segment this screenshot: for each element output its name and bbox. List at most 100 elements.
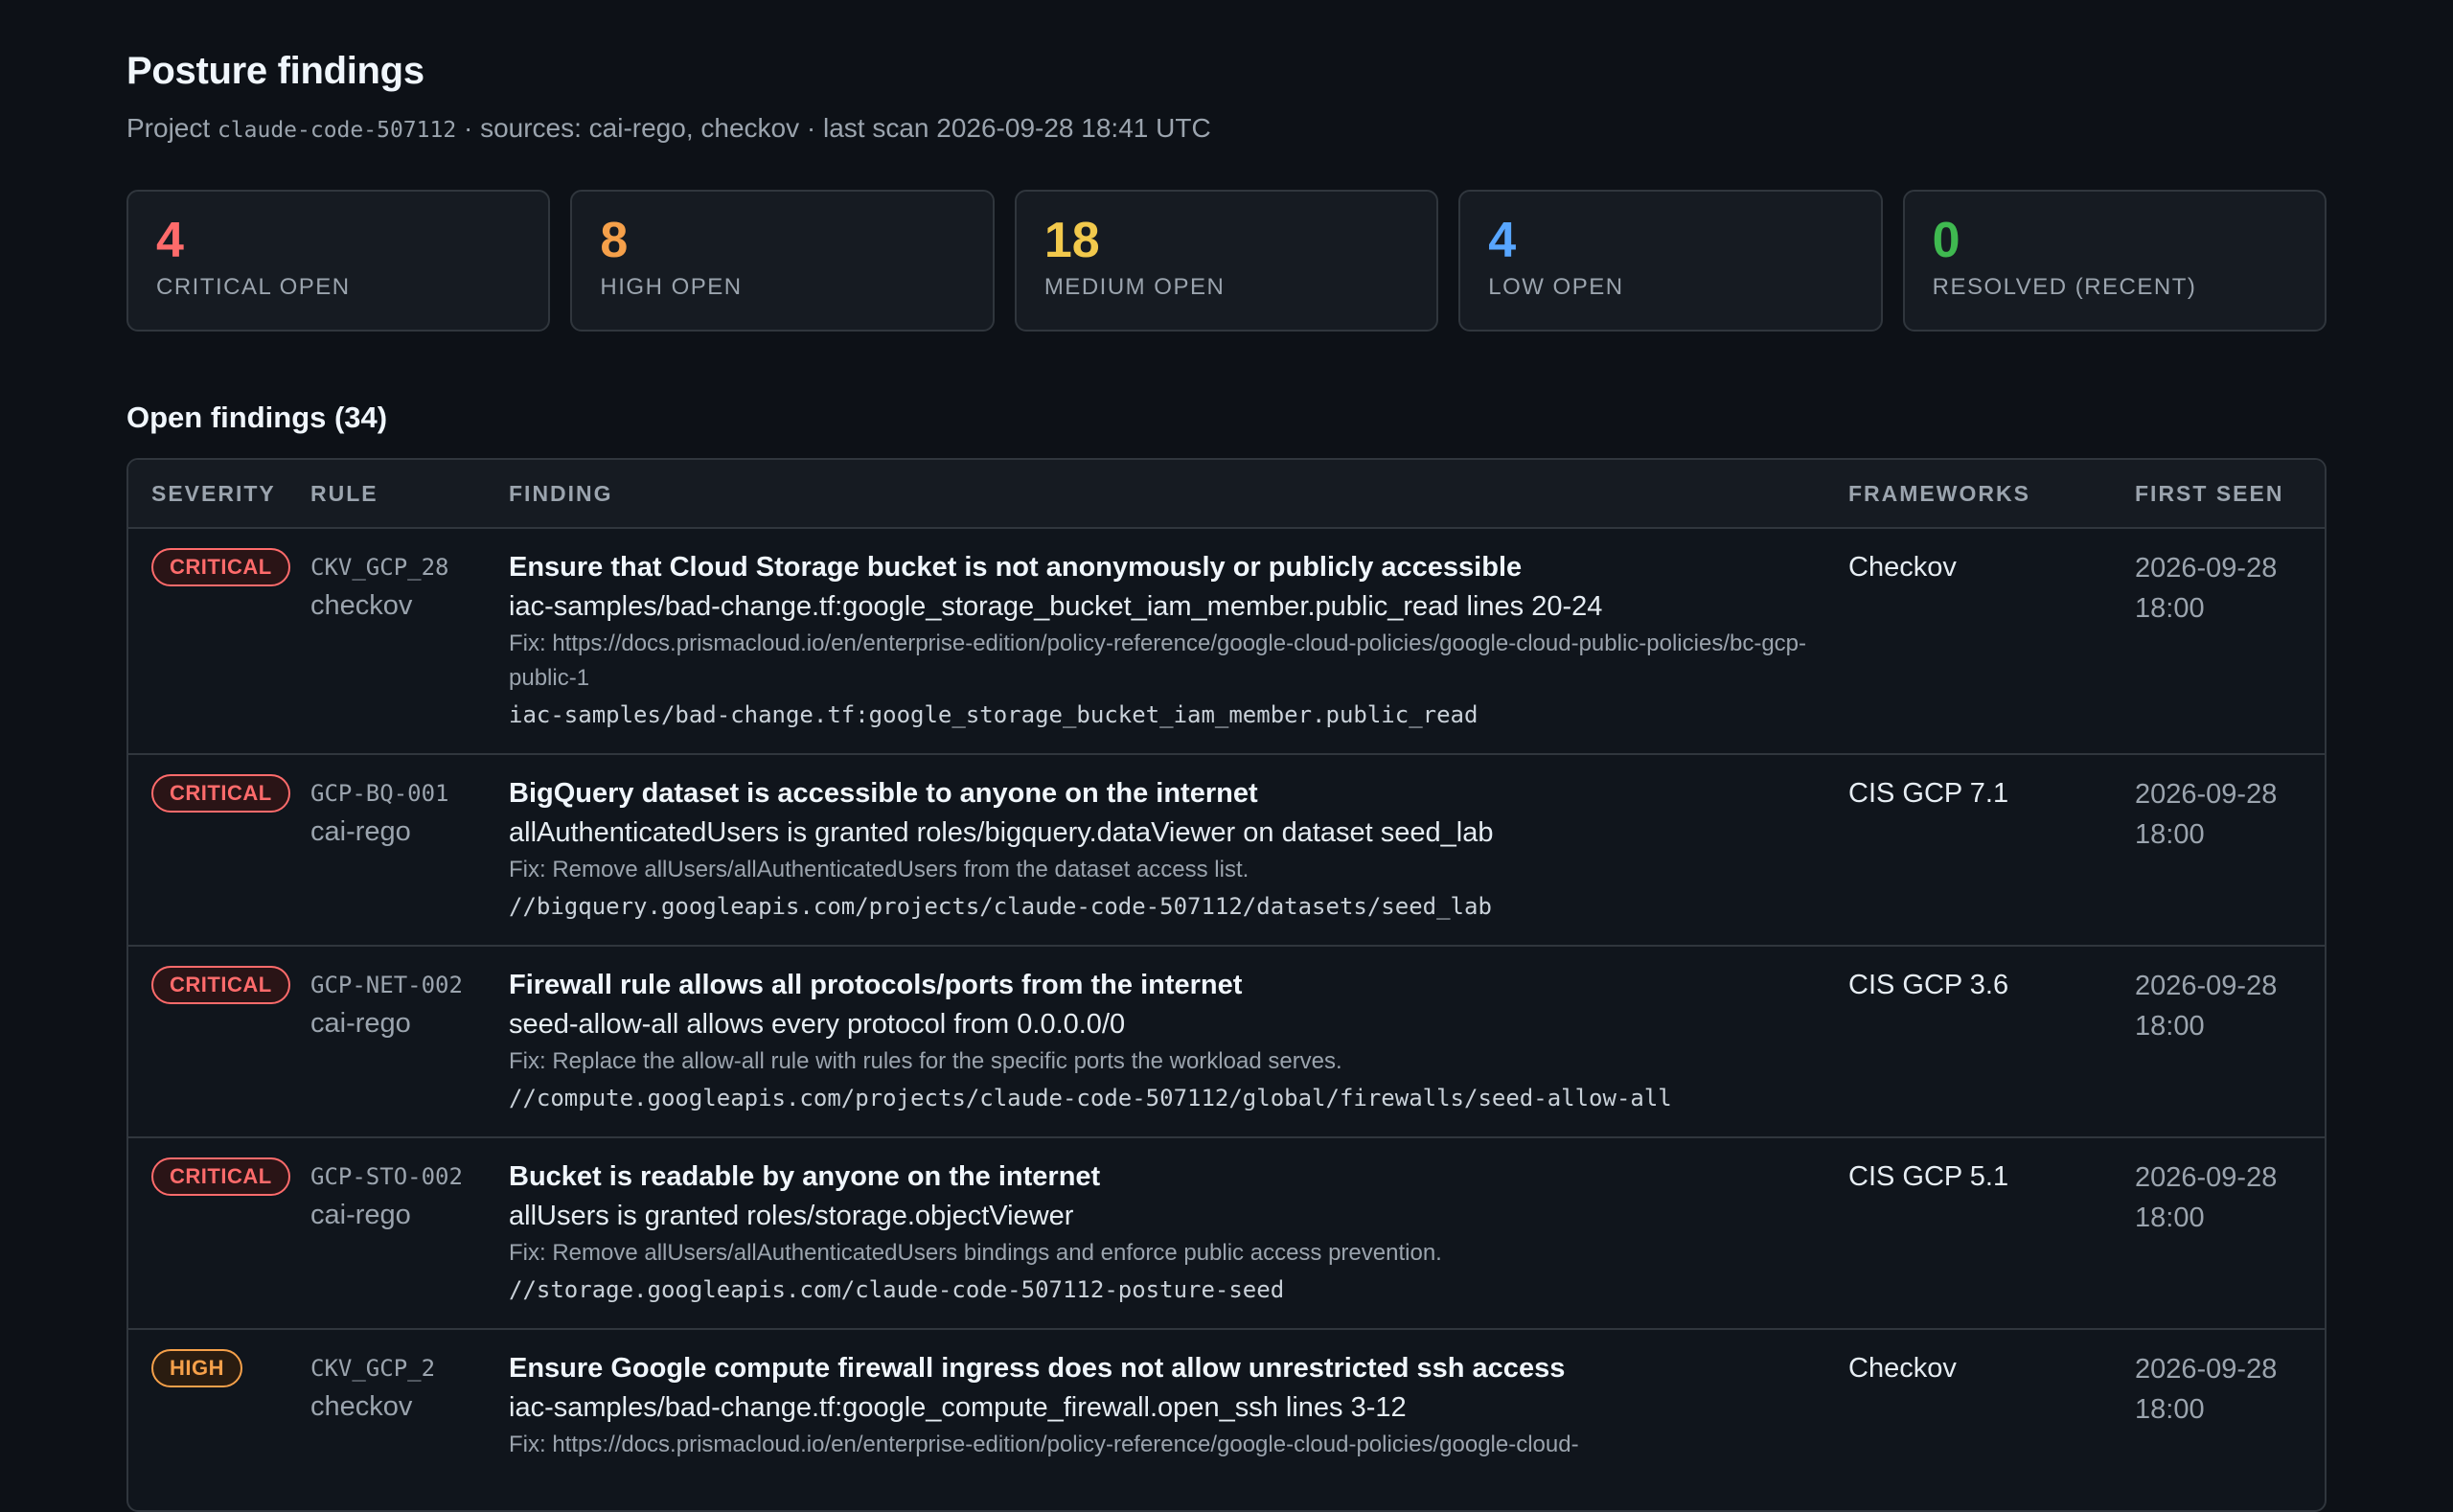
first-seen-timestamp: 2026-09-28 18:00: [2135, 1162, 2278, 1233]
table-row[interactable]: CRITICAL GCP-BQ-001 cai-rego BigQuery da…: [128, 755, 2325, 947]
page-subtitle: Project claude-code-507112 · sources: ca…: [126, 113, 1211, 144]
finding-title: Ensure that Cloud Storage bucket is not …: [509, 552, 1523, 583]
low-open-label: Low open: [1488, 274, 1624, 300]
resolved-recent-label: Resolved (recent): [1932, 274, 2197, 300]
summary-card-medium: 18 Medium open: [1014, 190, 1439, 332]
first-seen-cell: 2026-09-28 18:00: [2135, 529, 2298, 753]
column-header-rule[interactable]: Rule: [310, 481, 509, 507]
subtitle-sources: · sources: cai-rego, checkov · last scan…: [463, 113, 1211, 143]
finding-description: seed-allow-all allows every protocol fro…: [509, 1009, 1126, 1040]
finding-resource: //compute.googleapis.com/projects/claude…: [509, 1085, 1672, 1111]
project-id: claude-code-507112: [217, 118, 457, 143]
rule-cell: CKV_GCP_28 checkov: [310, 529, 509, 753]
finding-cell: BigQuery dataset is accessible to anyone…: [509, 755, 1848, 945]
rule-id: GCP-STO-002: [310, 1163, 463, 1190]
finding-title: Ensure Google compute firewall ingress d…: [509, 1353, 1566, 1384]
table-row[interactable]: CRITICAL GCP-STO-002 cai-rego Bucket is …: [128, 1138, 2325, 1330]
resolved-recent-count: 0: [1932, 213, 1960, 268]
column-header-severity[interactable]: Severity: [128, 481, 310, 507]
first-seen-timestamp: 2026-09-28 18:00: [2135, 1354, 2278, 1425]
finding-cell: Ensure Google compute firewall ingress d…: [509, 1330, 1848, 1510]
severity-cell: CRITICAL: [128, 529, 310, 753]
severity-badge: CRITICAL: [151, 548, 290, 586]
frameworks-cell: Checkov: [1848, 529, 2135, 753]
finding-fix: Fix: https://docs.prismacloud.io/en/ente…: [509, 630, 1807, 691]
severity-badge: CRITICAL: [151, 1157, 290, 1196]
framework-label: Checkov: [1848, 552, 1957, 583]
rule-source: cai-rego: [310, 1200, 411, 1230]
frameworks-cell: CIS GCP 5.1: [1848, 1138, 2135, 1328]
finding-cell: Firewall rule allows all protocols/ports…: [509, 947, 1848, 1136]
finding-cell: Ensure that Cloud Storage bucket is not …: [509, 529, 1848, 753]
critical-open-count: 4: [156, 213, 184, 268]
table-header: Severity Rule Finding Frameworks First s…: [128, 460, 2325, 529]
finding-description: iac-samples/bad-change.tf:google_compute…: [509, 1392, 1407, 1423]
first-seen-cell: 2026-09-28 18:00: [2135, 1330, 2298, 1510]
medium-open-count: 18: [1043, 213, 1100, 268]
finding-fix: Fix: Remove allUsers/allAuthenticatedUse…: [509, 857, 1249, 882]
high-open-count: 8: [600, 213, 629, 268]
finding-resource: //bigquery.googleapis.com/projects/claud…: [509, 893, 1492, 920]
severity-badge: CRITICAL: [151, 966, 290, 1004]
severity-badge: CRITICAL: [151, 774, 290, 813]
column-header-frameworks[interactable]: Frameworks: [1848, 481, 2135, 507]
frameworks-cell: CIS GCP 3.6: [1848, 947, 2135, 1136]
high-open-label: High open: [600, 274, 743, 300]
finding-resource: iac-samples/bad-change.tf:google_storage…: [509, 701, 1479, 728]
medium-open-label: Medium open: [1043, 274, 1226, 300]
column-header-first-seen[interactable]: First seen: [2135, 481, 2298, 507]
frameworks-cell: Checkov: [1848, 1330, 2135, 1510]
finding-fix: Fix: Replace the allow-all rule with rul…: [509, 1048, 1342, 1074]
rule-id: CKV_GCP_28: [310, 554, 449, 581]
finding-fix: Fix: Remove allUsers/allAuthenticatedUse…: [509, 1240, 1442, 1266]
finding-description: iac-samples/bad-change.tf:google_storage…: [509, 591, 1603, 622]
low-open-count: 4: [1488, 213, 1517, 268]
summary-cards: 4 Critical open 8 High open 18 Medium op…: [126, 190, 2327, 332]
finding-title: BigQuery dataset is accessible to anyone…: [509, 778, 1258, 809]
rule-id: GCP-NET-002: [310, 972, 463, 998]
summary-card-critical: 4 Critical open: [126, 190, 551, 332]
first-seen-cell: 2026-09-28 18:00: [2135, 755, 2298, 945]
finding-description: allUsers is granted roles/storage.object…: [509, 1201, 1074, 1231]
column-header-finding[interactable]: Finding: [509, 481, 1848, 507]
framework-label: CIS GCP 3.6: [1848, 970, 2009, 1000]
first-seen-timestamp: 2026-09-28 18:00: [2135, 779, 2278, 850]
table-row[interactable]: CRITICAL CKV_GCP_28 checkov Ensure that …: [128, 529, 2325, 755]
first-seen-cell: 2026-09-28 18:00: [2135, 1138, 2298, 1328]
severity-badge: HIGH: [151, 1349, 242, 1387]
framework-label: CIS GCP 5.1: [1848, 1161, 2009, 1192]
finding-cell: Bucket is readable by anyone on the inte…: [509, 1138, 1848, 1328]
rule-id: GCP-BQ-001: [310, 780, 449, 807]
page-title: Posture findings: [126, 50, 424, 92]
finding-resource: //storage.googleapis.com/claude-code-507…: [509, 1276, 1285, 1303]
rule-cell: GCP-STO-002 cai-rego: [310, 1138, 509, 1328]
rule-source: checkov: [310, 1391, 413, 1422]
finding-description: allAuthenticatedUsers is granted roles/b…: [509, 817, 1494, 848]
finding-fix: Fix: https://docs.prismacloud.io/en/ente…: [509, 1432, 1579, 1457]
rule-source: checkov: [310, 590, 413, 621]
finding-title: Firewall rule allows all protocols/ports…: [509, 970, 1243, 1000]
severity-cell: CRITICAL: [128, 947, 310, 1136]
finding-title: Bucket is readable by anyone on the inte…: [509, 1161, 1101, 1192]
rule-cell: GCP-NET-002 cai-rego: [310, 947, 509, 1136]
severity-cell: CRITICAL: [128, 1138, 310, 1328]
first-seen-cell: 2026-09-28 18:00: [2135, 947, 2298, 1136]
critical-open-label: Critical open: [156, 274, 351, 300]
severity-cell: HIGH: [128, 1330, 310, 1510]
summary-card-low: 4 Low open: [1458, 190, 1883, 332]
table-row[interactable]: HIGH CKV_GCP_2 checkov Ensure Google com…: [128, 1330, 2325, 1510]
subtitle-prefix: Project: [126, 113, 211, 143]
rule-cell: GCP-BQ-001 cai-rego: [310, 755, 509, 945]
table-row[interactable]: CRITICAL GCP-NET-002 cai-rego Firewall r…: [128, 947, 2325, 1138]
rule-id: CKV_GCP_2: [310, 1355, 436, 1382]
framework-label: Checkov: [1848, 1353, 1957, 1384]
findings-table: Severity Rule Finding Frameworks First s…: [126, 458, 2327, 1512]
first-seen-timestamp: 2026-09-28 18:00: [2135, 553, 2278, 624]
frameworks-cell: CIS GCP 7.1: [1848, 755, 2135, 945]
summary-card-high: 8 High open: [570, 190, 995, 332]
severity-cell: CRITICAL: [128, 755, 310, 945]
rule-source: cai-rego: [310, 816, 411, 847]
framework-label: CIS GCP 7.1: [1848, 778, 2009, 809]
summary-card-resolved: 0 Resolved (recent): [1902, 190, 2327, 332]
rule-source: cai-rego: [310, 1008, 411, 1039]
